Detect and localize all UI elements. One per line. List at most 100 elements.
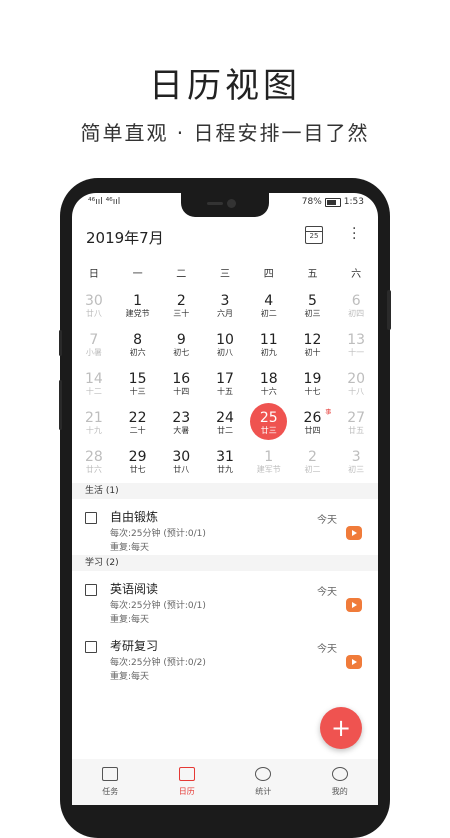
month-title[interactable]: 2019年7月 <box>86 227 164 248</box>
lunar-date: 大暑 <box>173 426 190 435</box>
week-row: 21 十九 22 二十 23 大暑 24 廿二 25 廿三事 26 廿四事 27 廿五 <box>72 403 378 445</box>
weekday-header: 日一二三四五六 <box>72 265 378 281</box>
tab-profile[interactable]: 我的 <box>302 759 379 805</box>
day-number: 30 <box>172 449 191 465</box>
today-calendar-icon[interactable]: 25 <box>305 226 323 244</box>
day-cell[interactable]: 24 廿二 <box>203 406 247 445</box>
day-number: 23 <box>172 410 191 426</box>
day-cell[interactable]: 30 廿八 <box>72 289 116 328</box>
day-cell[interactable]: 7 小暑 <box>72 328 116 367</box>
day-number: 28 <box>84 449 103 465</box>
lunar-date: 三十 <box>173 309 190 318</box>
lunar-date: 初十 <box>304 348 321 357</box>
day-cell[interactable]: 19 十七 <box>291 367 335 406</box>
lunar-date: 小暑 <box>85 348 102 357</box>
weekday-label: 三 <box>220 269 231 280</box>
day-cell-selected[interactable]: 25 廿三事 <box>247 403 291 445</box>
lunar-date: 初六 <box>129 348 146 357</box>
start-timer-icon[interactable] <box>346 526 362 540</box>
app-screen: ⁴⁶ııl ⁴⁶ııl 78% 1:53 2019年7月 25 · · · 日一二三… <box>72 193 378 805</box>
task-title: 考研复习 <box>110 639 159 653</box>
day-cell[interactable]: 29 廿七 <box>116 445 160 484</box>
task-checkbox[interactable] <box>85 512 97 524</box>
day-cell[interactable]: 3 六月 <box>203 289 247 328</box>
day-number: 7 <box>89 332 99 348</box>
lunar-date: 廿五 <box>348 426 365 435</box>
day-cell[interactable]: 22 二十 <box>116 406 160 445</box>
day-cell[interactable]: 12 初十 <box>291 328 335 367</box>
lunar-date: 十六 <box>260 387 277 396</box>
day-cell[interactable]: 2 初二 <box>291 445 335 484</box>
day-cell[interactable]: 15 十三 <box>116 367 160 406</box>
day-cell[interactable]: 14 十二 <box>72 367 116 406</box>
day-number: 18 <box>259 371 278 387</box>
tab-calendar[interactable]: 日历 <box>149 759 226 805</box>
day-cell[interactable]: 21 十九 <box>72 406 116 445</box>
week-row: 7 小暑 8 初六 9 初七 10 初八 11 初九 12 初十 13 十一 <box>72 328 378 367</box>
task-checkbox[interactable] <box>85 584 97 596</box>
lunar-date: 十五 <box>217 387 234 396</box>
lunar-date: 初三 <box>304 309 321 318</box>
tab-stats[interactable]: 统计 <box>225 759 302 805</box>
task-repeat: 重复:每天 <box>110 615 150 625</box>
day-cell[interactable]: 20 十八 <box>334 367 378 406</box>
lunar-date: 六月 <box>217 309 234 318</box>
day-cell[interactable]: 28 廿六 <box>72 445 116 484</box>
day-number: 24 <box>216 410 234 426</box>
day-cell[interactable]: 26 廿四事 <box>291 406 335 445</box>
day-cell[interactable]: 31 廿九 <box>203 445 247 484</box>
day-number: 5 <box>307 293 317 309</box>
day-number: 6 <box>351 293 361 309</box>
bottom-tab-bar: 任务 日历 统计 我的 <box>72 759 378 805</box>
day-number: 8 <box>133 332 143 348</box>
day-cell[interactable]: 1 建党节 <box>116 289 160 328</box>
day-number: 1 <box>133 293 143 309</box>
event-badge: 事 <box>325 409 332 416</box>
day-number: 3 <box>351 449 361 465</box>
section-header: 学习 (2) <box>72 555 378 571</box>
today-calendar-icon-day: 25 <box>309 232 319 240</box>
day-cell[interactable]: 18 十六 <box>247 367 291 406</box>
day-number: 1 <box>264 449 274 465</box>
signal-indicator: ⁴⁶ııl ⁴⁶ııl <box>88 197 121 207</box>
day-cell[interactable]: 11 初九 <box>247 328 291 367</box>
day-number: 22 <box>128 410 147 426</box>
lunar-date: 廿四 <box>304 426 321 435</box>
start-timer-icon[interactable] <box>346 598 362 612</box>
day-cell[interactable]: 10 初八 <box>203 328 247 367</box>
phone-notch <box>181 193 269 217</box>
speaker <box>207 202 223 205</box>
day-cell[interactable]: 2 三十 <box>159 289 203 328</box>
task-item[interactable]: 英语阅读 每次:25分钟 (预计:0/1) 重复:每天 今天 <box>72 571 378 627</box>
weekday-label: 一 <box>132 269 143 280</box>
day-cell[interactable]: 5 初三 <box>291 289 335 328</box>
day-number: 31 <box>216 449 234 465</box>
task-item[interactable]: 考研复习 每次:25分钟 (预计:0/2) 重复:每天 今天 <box>72 628 378 684</box>
day-cell[interactable]: 6 初四 <box>334 289 378 328</box>
day-cell[interactable]: 9 初七 <box>159 328 203 367</box>
day-cell[interactable]: 8 初六 <box>116 328 160 367</box>
task-item[interactable]: 自由锻炼 每次:25分钟 (预计:0/1) 重复:每天 今天 <box>72 499 378 555</box>
day-cell[interactable]: 4 初二 <box>247 289 291 328</box>
more-options-icon[interactable]: · · · <box>352 222 356 246</box>
phone-side-button <box>387 290 391 330</box>
day-cell[interactable]: 30 廿八 <box>159 445 203 484</box>
lunar-date: 廿二 <box>217 426 234 435</box>
day-cell[interactable]: 23 大暑 <box>159 406 203 445</box>
tab-tasks[interactable]: 任务 <box>72 759 149 805</box>
day-cell[interactable]: 1 建军节 <box>247 445 291 484</box>
day-cell[interactable]: 27 廿五 <box>334 406 378 445</box>
day-cell[interactable]: 16 十四 <box>159 367 203 406</box>
day-cell[interactable]: 17 十五 <box>203 367 247 406</box>
day-number: 19 <box>303 371 322 387</box>
task-checkbox[interactable] <box>85 641 97 653</box>
lunar-date: 建军节 <box>256 465 281 474</box>
add-task-button[interactable]: + <box>320 707 362 749</box>
lunar-date: 廿八 <box>85 309 102 318</box>
day-cell[interactable]: 3 初三 <box>334 445 378 484</box>
day-number: 20 <box>347 371 366 387</box>
lunar-date: 廿六 <box>85 465 102 474</box>
day-cell[interactable]: 13 十一 <box>334 328 378 367</box>
start-timer-icon[interactable] <box>346 655 362 669</box>
tab-label: 统计 <box>255 787 272 796</box>
